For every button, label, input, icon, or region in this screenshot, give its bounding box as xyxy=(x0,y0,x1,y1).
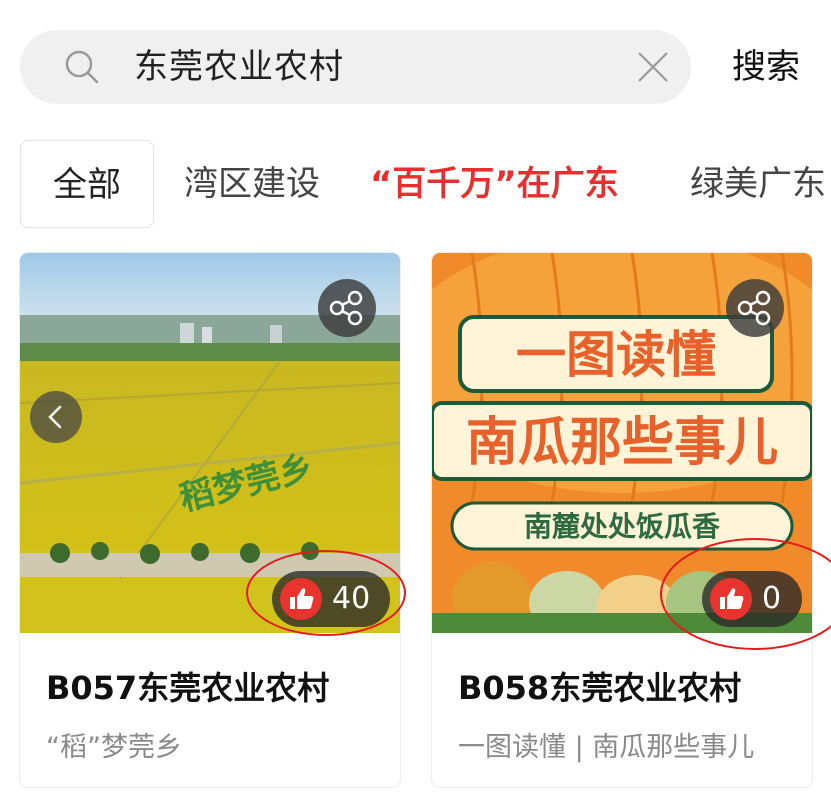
search-bar[interactable]: 东莞农业农村 xyxy=(20,30,691,104)
thumbs-up-icon xyxy=(710,578,752,620)
poster-line2: 南瓜那些事儿 xyxy=(466,413,778,473)
card-subtitle: “稻”梦莞乡 xyxy=(46,732,182,763)
like-count: 0 xyxy=(762,581,782,616)
card-title[interactable]: B057东莞农业农村 xyxy=(46,663,329,709)
share-icon[interactable] xyxy=(318,279,376,337)
card-image[interactable]: 一图读懂 南瓜那些事儿 南麓处处饭瓜香 0 xyxy=(432,253,812,633)
search-input[interactable]: 东莞农业农村 xyxy=(134,30,344,104)
tab-all[interactable]: 全部 xyxy=(20,140,154,228)
card-image[interactable]: 稻梦莞乡 40 xyxy=(20,253,400,633)
like-button[interactable]: 0 xyxy=(702,571,802,627)
poster-line3: 南麓处处饭瓜香 xyxy=(524,510,720,543)
poster-line1: 一图读懂 xyxy=(516,326,716,384)
like-button[interactable]: 40 xyxy=(272,571,390,627)
card-subtitle: 一图读懂 | 南瓜那些事儿 xyxy=(458,732,755,763)
tab-bay-area[interactable]: 湾区建设 xyxy=(184,140,320,228)
close-icon[interactable] xyxy=(634,48,672,86)
thumbs-up-icon xyxy=(280,578,322,620)
tab-green-guangdong[interactable]: 绿美广东 xyxy=(690,140,826,228)
chevron-left-icon[interactable] xyxy=(30,391,82,443)
card-title[interactable]: B058东莞农业农村 xyxy=(458,663,741,709)
article-card[interactable]: 稻梦莞乡 40 B057东莞农业农村 “稻”梦莞乡 xyxy=(20,253,400,787)
like-count: 40 xyxy=(332,581,371,616)
search-button[interactable]: 搜索 xyxy=(716,30,816,104)
search-icon xyxy=(65,50,99,84)
article-card[interactable]: 一图读懂 南瓜那些事儿 南麓处处饭瓜香 0 B058东莞农业农村 一图读懂 | … xyxy=(432,253,812,787)
share-icon[interactable] xyxy=(726,279,784,337)
category-tabs: 全部 湾区建设 “百千万”在广东 绿美广东 xyxy=(0,140,831,228)
tab-hundred-thousand[interactable]: “百千万”在广东 xyxy=(370,140,619,228)
